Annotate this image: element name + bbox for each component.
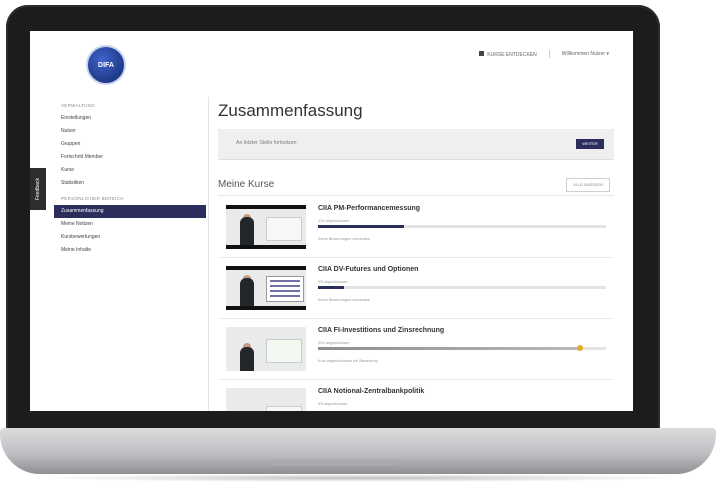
main-content: Zusammenfassung An letzter Stelle fortse… — [218, 97, 618, 411]
show-all-button[interactable]: ALLE ANZEIGEN — [566, 178, 610, 192]
section-divider — [218, 195, 614, 196]
laptop-base — [0, 428, 716, 474]
course-progress-track — [318, 286, 606, 289]
all-courses-label: KURSE ENTDECKEN — [487, 51, 537, 58]
course-card[interactable]: CIIA PM-Performancemessung 41% abgeschlo… — [218, 197, 614, 258]
course-thumbnail[interactable] — [226, 388, 306, 411]
course-progress-text: 91% abgeschlossen — [318, 341, 350, 345]
video-letterbox-top — [226, 205, 306, 209]
all-courses-link[interactable]: KURSE ENTDECKEN — [479, 50, 537, 58]
logo-text: DIFA — [98, 61, 114, 69]
sidebar-item-users[interactable]: Nutzer — [54, 125, 206, 138]
user-menu[interactable]: Willkommen Nutzer ▾ — [562, 51, 609, 57]
course-card[interactable]: CIIA DV-Futures und Optionen 9% abgeschl… — [218, 258, 614, 319]
course-progress-fill — [318, 225, 405, 228]
video-letterbox-bottom — [226, 306, 306, 310]
slide-image — [266, 217, 302, 241]
sidebar-item-ratings[interactable]: Kursbewertungen — [54, 231, 206, 244]
video-letterbox-bottom — [226, 245, 306, 249]
grid-icon — [479, 50, 485, 56]
presenter-figure — [240, 347, 254, 371]
presenter-figure — [240, 278, 254, 306]
course-progress-text: 8% abgeschlossen — [318, 402, 348, 406]
course-title[interactable]: CIIA PM-Performancemessung — [318, 205, 420, 212]
course-progress-text: 9% abgeschlossen — [318, 280, 348, 284]
course-progress-fill — [318, 347, 581, 350]
laptop-notch — [270, 460, 400, 466]
course-status: Keine Bewertungen vorhanden — [318, 298, 371, 302]
course-card[interactable]: CIIA FI-Investitions und Zinsrechnung 91… — [218, 319, 614, 380]
laptop-shadow — [30, 474, 690, 482]
course-progress-track — [318, 345, 606, 351]
course-title[interactable]: CIIA Notional-Zentralbankpolitik — [318, 388, 424, 395]
sidebar-item-notes[interactable]: Meine Notizen — [54, 218, 206, 231]
my-courses-heading: Meine Kurse — [218, 179, 275, 190]
course-progress-fill — [318, 286, 344, 289]
sidebar-divider — [208, 97, 209, 411]
course-card[interactable]: CIIA Notional-Zentralbankpolitik 8% abge… — [218, 380, 614, 411]
sidebar-section-admin: VERWALTUNG — [61, 103, 96, 108]
sidebar: VERWALTUNG Einstellungen Nutzer Gruppen … — [54, 97, 206, 411]
video-letterbox-top — [226, 266, 306, 270]
progress-marker — [577, 345, 584, 351]
feedback-tab[interactable]: Feedback — [30, 168, 46, 210]
sidebar-item-courses[interactable]: Kurse — [54, 164, 206, 177]
course-thumbnail[interactable] — [226, 327, 306, 371]
resume-panel: An letzter Stelle fortsetzen WEITER — [218, 129, 614, 160]
course-progress-text: 41% abgeschlossen — [318, 219, 350, 223]
page-title: Zusammenfassung — [218, 101, 363, 120]
course-status: Kurs abgeschlossen mit Bewertung — [318, 359, 378, 363]
presenter-figure — [240, 217, 254, 245]
sidebar-item-settings[interactable]: Einstellungen — [54, 112, 206, 125]
course-thumbnail[interactable] — [226, 205, 306, 249]
sidebar-item-summary[interactable]: Zusammenfassung — [54, 205, 206, 218]
sidebar-section-personal: PERSÖNLICHER BEREICH — [61, 196, 124, 201]
topbar: DIFA KURSE ENTDECKEN Willkommen Nutzer ▾ — [30, 31, 633, 97]
brand-logo[interactable]: DIFA — [86, 45, 126, 85]
resume-text: An letzter Stelle fortsetzen — [236, 140, 297, 146]
sidebar-item-groups[interactable]: Gruppen — [54, 138, 206, 151]
slide-image — [266, 406, 302, 411]
slide-image — [266, 276, 304, 302]
resume-button[interactable]: WEITER — [576, 139, 604, 149]
sidebar-item-member-progress[interactable]: Fortschritt Member — [54, 151, 206, 164]
course-status: Keine Bewertungen vorhanden — [318, 237, 371, 241]
sidebar-item-statistics[interactable]: Statistiken — [54, 177, 206, 190]
app-screen: DIFA KURSE ENTDECKEN Willkommen Nutzer ▾… — [30, 31, 633, 411]
course-thumbnail[interactable] — [226, 266, 306, 310]
course-progress-track — [318, 225, 606, 228]
nav-separator — [548, 50, 550, 58]
sidebar-item-content[interactable]: Meine Inhalte — [54, 244, 206, 257]
top-navigation: KURSE ENTDECKEN Willkommen Nutzer ▾ — [479, 50, 609, 58]
slide-image — [266, 339, 302, 363]
course-title[interactable]: CIIA FI-Investitions und Zinsrechnung — [318, 327, 444, 334]
course-title[interactable]: CIIA DV-Futures und Optionen — [318, 266, 418, 273]
